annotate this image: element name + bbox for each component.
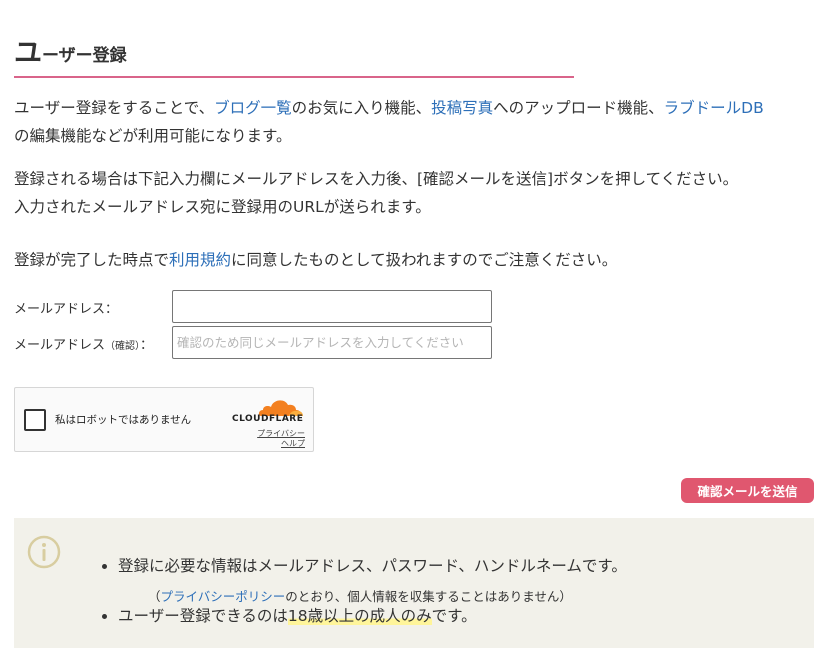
intro-paragraph: ユーザー登録をすることで、ブログ一覧のお気に入り機能、投稿写真へのアップロード機…: [14, 94, 764, 150]
terms-text: 登録が完了した時点で: [14, 251, 170, 269]
intro-text: へのアップロード機能、: [493, 99, 664, 117]
info-icon: [27, 535, 61, 569]
email-label: メールアドレス：: [14, 302, 119, 317]
email-confirm-label: メールアドレス（確認）：: [14, 334, 153, 353]
terms-of-use-link[interactable]: 利用規約: [169, 251, 231, 269]
heading-first-char: ユ: [14, 36, 43, 69]
instructions-line: 入力されたメールアドレス宛に登録用のURLが送られます。: [14, 198, 431, 216]
email-confirm-label-text: メールアドレス: [14, 338, 106, 353]
cloudflare-captcha-widget: 私はロボットではありません CLOUDFLARE プライバシー ヘルプ: [14, 387, 314, 452]
email-confirm-input[interactable]: [172, 326, 492, 359]
privacy-note-text: のとおり、個人情報を収集することはありません）: [285, 589, 572, 604]
instructions-paragraph: 登録される場合は下記入力欄にメールアドレスを入力後、[確認メールを送信]ボタンを…: [14, 165, 738, 221]
send-confirmation-email-button[interactable]: 確認メールを送信: [681, 478, 814, 503]
lovedoll-db-link[interactable]: ラブドールDB: [664, 99, 764, 117]
notice-age-text: ユーザー登録できるのは: [118, 607, 288, 625]
captcha-checkbox[interactable]: [24, 409, 46, 431]
terms-text: に同意したものとして扱われますのでご注意ください。: [231, 251, 618, 269]
instructions-line: 登録される場合は下記入力欄にメールアドレスを入力後、[確認メールを送信]ボタンを…: [14, 170, 739, 188]
blog-list-link[interactable]: ブログ一覧: [214, 99, 292, 117]
cloudflare-brand: CLOUDFLARE: [232, 414, 304, 424]
privacy-note-text: （: [148, 589, 161, 604]
page-heading: ユ ーザー登録: [14, 36, 574, 78]
intro-text: ユーザー登録をすることで、: [14, 99, 215, 117]
notice-age-highlight: 18歳以上の成人のみ: [287, 607, 432, 625]
intro-text: の編集機能などが利用可能になります。: [14, 127, 292, 145]
heading-text: ーザー登録: [42, 46, 127, 66]
notice-privacy-note: （プライバシーポリシーのとおり、個人情報を収集することはありません）: [148, 586, 572, 605]
intro-text: のお気に入り機能、: [291, 99, 432, 117]
email-confirm-label-colon: ：: [140, 338, 154, 353]
photo-posts-link[interactable]: 投稿写真: [431, 99, 493, 117]
email-confirm-label-note: （確認）: [105, 341, 141, 352]
captcha-help-link[interactable]: ヘルプ: [281, 438, 305, 449]
captcha-label: 私はロボットではありません: [55, 414, 192, 426]
notice-age-text: です。: [431, 607, 477, 625]
terms-paragraph: 登録が完了した時点で利用規約に同意したものとして扱われますのでご注意ください。: [14, 246, 617, 274]
email-input[interactable]: [172, 290, 492, 323]
notice-item-required-info: 登録に必要な情報はメールアドレス、パスワード、ハンドルネームです。: [118, 552, 627, 580]
privacy-policy-link[interactable]: プライバシーポリシー: [161, 589, 286, 604]
notice-box: 登録に必要な情報はメールアドレス、パスワード、ハンドルネームです。 ユーザー登録…: [14, 518, 814, 648]
notice-item-age: ユーザー登録できるのは18歳以上の成人のみです。: [118, 602, 627, 630]
